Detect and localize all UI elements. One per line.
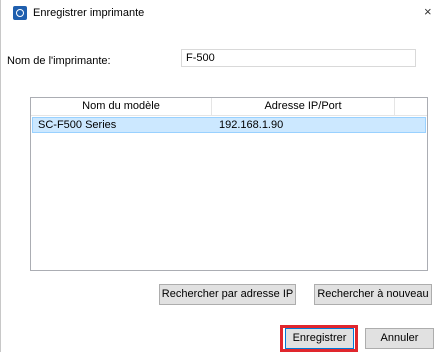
printer-name-input[interactable] xyxy=(181,49,416,67)
row-model-cell: SC-F500 Series xyxy=(38,119,117,131)
printer-name-label: Nom de l'imprimante: xyxy=(7,55,111,67)
close-icon[interactable]: × xyxy=(424,4,437,20)
printer-list[interactable]: Nom du modèle Adresse IP/Port SC-F500 Se… xyxy=(30,97,428,271)
register-button[interactable]: Enregistrer xyxy=(285,328,354,349)
table-row[interactable]: SC-F500 Series 192.168.1.90 xyxy=(32,117,426,133)
window-title: Enregistrer imprimante xyxy=(33,7,145,19)
search-by-ip-button[interactable]: Rechercher par adresse IP xyxy=(159,284,296,305)
register-printer-dialog: Enregistrer imprimante × Nom de l'imprim… xyxy=(0,0,437,352)
column-header-ip[interactable]: Adresse IP/Port xyxy=(212,98,395,115)
search-again-button[interactable]: Rechercher à nouveau xyxy=(314,284,432,305)
list-header: Nom du modèle Adresse IP/Port xyxy=(31,98,427,116)
cancel-button[interactable]: Annuler xyxy=(365,328,434,349)
window-border xyxy=(0,0,1,352)
printer-app-icon xyxy=(13,6,27,20)
title-bar: Enregistrer imprimante × xyxy=(0,0,437,30)
column-header-model[interactable]: Nom du modèle xyxy=(31,98,212,115)
column-header-empty xyxy=(395,98,427,115)
row-ip-cell: 192.168.1.90 xyxy=(219,119,284,131)
